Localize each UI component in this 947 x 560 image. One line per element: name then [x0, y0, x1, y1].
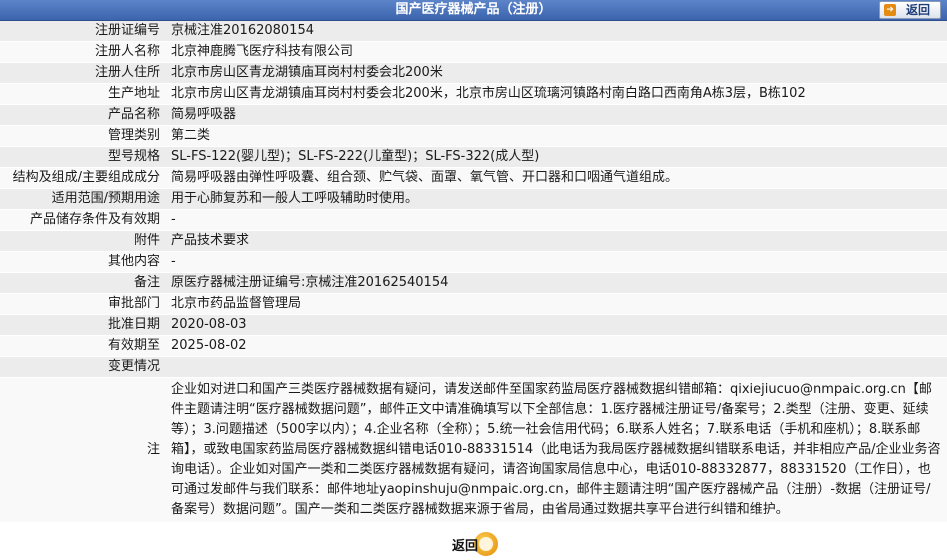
back-button-bottom-label: 返回: [452, 539, 479, 554]
field-label: 注册人名称: [0, 41, 166, 63]
page-title: 国产医疗器械产品（注册）: [395, 2, 552, 17]
table-row: 附件 产品技术要求: [0, 230, 947, 252]
field-value: 原医疗器械注册证编号:京械注准20162540154: [166, 272, 947, 294]
table-row: 型号规格 SL-FS-122(婴儿型)；SL-FS-222(儿童型)；SL-FS-…: [0, 146, 947, 168]
field-label: 生产地址: [0, 83, 166, 105]
field-label: 附件: [0, 230, 166, 252]
back-button-bottom[interactable]: 返回: [446, 532, 498, 556]
field-label: 备注: [0, 272, 166, 294]
table-row: 注册人名称 北京神鹿腾飞医疗科技有限公司: [0, 41, 947, 63]
header-bar: 国产医疗器械产品（注册） ➜ 返回: [0, 0, 947, 21]
table-row: 备注 原医疗器械注册证编号:京械注准20162540154: [0, 272, 947, 294]
field-value: SL-FS-122(婴儿型)；SL-FS-222(儿童型)；SL-FS-322(…: [166, 146, 947, 168]
field-label: 管理类别: [0, 125, 166, 147]
field-value: 2020-08-03: [166, 314, 947, 336]
field-label: 结构及组成/主要组成成分: [0, 167, 166, 189]
back-button-label: 返回: [906, 3, 931, 17]
back-button-top[interactable]: ➜ 返回: [879, 1, 941, 19]
table-row: 管理类别 第二类: [0, 125, 947, 147]
field-label: 批准日期: [0, 314, 166, 336]
field-value: -: [166, 209, 947, 231]
detail-table: 注册证编号 京械注准20162080154 注册人名称 北京神鹿腾飞医疗科技有限公司注…: [0, 21, 947, 523]
field-value: 简易呼吸器: [166, 104, 947, 126]
table-row: 适用范围/预期用途 用于心肺复苏和一般人工呼吸辅助时使用。: [0, 188, 947, 210]
table-row: 其他内容 -: [0, 251, 947, 273]
field-label: 适用范围/预期用途: [0, 188, 166, 210]
field-value: 北京市药品监督管理局: [166, 293, 947, 315]
field-label: 其他内容: [0, 251, 166, 273]
field-value: 产品技术要求: [166, 230, 947, 252]
field-value: 北京市房山区青龙湖镇庙耳岗村村委会北200米，北京市房山区琉璃河镇路村南白路口西…: [166, 83, 947, 105]
note-label: 注: [0, 377, 166, 523]
field-label: 产品储存条件及有效期: [0, 209, 166, 231]
table-row: 结构及组成/主要组成成分 简易呼吸器由弹性呼吸囊、组合颈、贮气袋、面罩、氧气管、开…: [0, 167, 947, 189]
field-label: 变更情况: [0, 356, 166, 378]
field-value: 用于心肺复苏和一般人工呼吸辅助时使用。: [166, 188, 947, 210]
field-value: 京械注准20162080154: [166, 21, 947, 42]
note-row: 注企业如对进口和国产三类医疗器械数据有疑问，请发送邮件至国家药监局医疗器械数据纠…: [0, 377, 947, 523]
arrow-right-icon: ➜: [884, 4, 896, 16]
table-row: 注册人住所 北京市房山区青龙湖镇庙耳岗村村委会北200米: [0, 62, 947, 84]
note-text: 企业如对进口和国产三类医疗器械数据有疑问，请发送邮件至国家药监局医疗器械数据纠错…: [166, 377, 947, 523]
table-row: 批准日期 2020-08-03: [0, 314, 947, 336]
table-row: 注册证编号 京械注准20162080154: [0, 21, 947, 42]
field-label: 有效期至: [0, 335, 166, 357]
field-label: 型号规格: [0, 146, 166, 168]
table-row: 变更情况: [0, 356, 947, 378]
field-value: 北京市房山区青龙湖镇庙耳岗村村委会北200米: [166, 62, 947, 84]
field-label: 产品名称: [0, 104, 166, 126]
field-value: -: [166, 251, 947, 273]
field-value: 第二类: [166, 125, 947, 147]
table-row: 产品储存条件及有效期 -: [0, 209, 947, 231]
table-row: 有效期至 2025-08-02: [0, 335, 947, 357]
field-value: 2025-08-02: [166, 335, 947, 357]
field-value: [166, 356, 947, 378]
table-row: 生产地址 北京市房山区青龙湖镇庙耳岗村村委会北200米，北京市房山区琉璃河镇路村南…: [0, 83, 947, 105]
field-label: 注册证编号: [0, 21, 166, 42]
field-value: 简易呼吸器由弹性呼吸囊、组合颈、贮气袋、面罩、氧气管、开口器和口咽通气道组成。: [166, 167, 947, 189]
table-row: 审批部门 北京市药品监督管理局: [0, 293, 947, 315]
field-label: 审批部门: [0, 293, 166, 315]
field-value: 北京神鹿腾飞医疗科技有限公司: [166, 41, 947, 63]
table-row: 产品名称 简易呼吸器: [0, 104, 947, 126]
field-label: 注册人住所: [0, 62, 166, 84]
